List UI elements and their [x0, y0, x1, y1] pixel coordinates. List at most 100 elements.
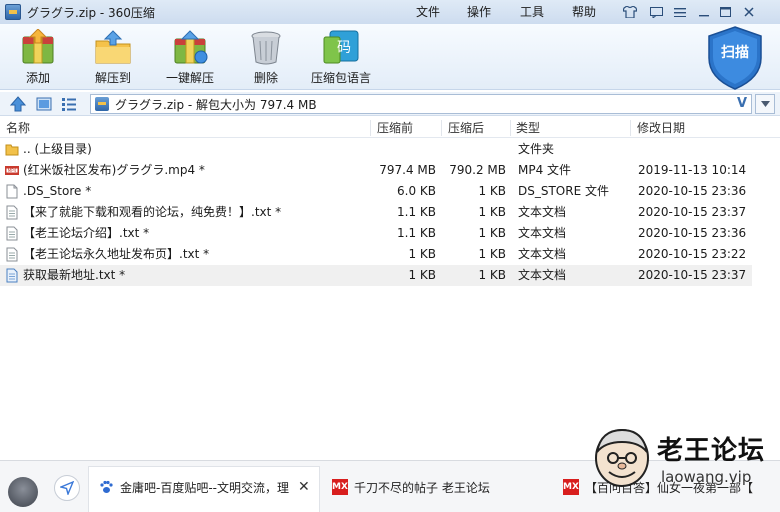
scan-button[interactable]: 扫描	[706, 26, 764, 90]
file-compressed: 797.4 MB	[379, 163, 436, 177]
watermark-title: 老王论坛	[657, 436, 766, 466]
file-list: 名称 压缩前 压缩后 类型 修改日期 .. (上级目录) 文件夹 MP4 (红米…	[0, 118, 780, 460]
file-compressed: 6.0 KB	[397, 184, 436, 198]
maximize-icon[interactable]	[717, 4, 733, 20]
scan-label: 扫描	[721, 45, 749, 61]
file-name: .. (上级目录)	[23, 142, 92, 156]
column-type[interactable]: 类型	[516, 118, 540, 138]
file-name: 获取最新地址.txt *	[23, 268, 126, 282]
text-file-icon	[6, 268, 18, 283]
delete-button[interactable]: 删除	[246, 28, 286, 86]
one-click-extract-button[interactable]: 一键解压	[166, 28, 214, 86]
file-packed: 790.2 MB	[449, 163, 506, 177]
file-compressed: 1.1 KB	[397, 205, 436, 219]
language-glyph: 码	[337, 40, 351, 56]
file-icon	[6, 184, 18, 199]
file-compressed: 1 KB	[408, 268, 436, 282]
file-name: 【老王论坛永久地址发布页】.txt *	[23, 247, 210, 261]
minimize-icon[interactable]	[696, 4, 712, 20]
file-name: (红米饭社区发布)グラグラ.mp4 *	[23, 163, 205, 177]
table-row[interactable]: .DS_Store * 6.0 KB 1 KB DS_STORE 文件 2020…	[0, 181, 752, 202]
menu-tools[interactable]: 工具	[520, 0, 544, 24]
file-packed: 1 KB	[478, 268, 506, 282]
column-header: 名称 压缩前 压缩后 类型 修改日期	[0, 118, 780, 138]
menu-icon[interactable]	[672, 4, 688, 20]
file-type: MP4 文件	[518, 163, 572, 177]
text-file-icon	[6, 247, 18, 262]
file-modified: 2020-10-15 23:37	[638, 268, 747, 282]
watermark: 老王论坛 laowang.vip	[585, 420, 780, 492]
menu-file[interactable]: 文件	[416, 0, 440, 24]
text-file-icon	[6, 205, 18, 220]
tab-title: 金庸吧-百度贴吧--文明交流，理	[120, 480, 289, 495]
archive-app-icon	[5, 4, 21, 20]
shirt-skin-icon[interactable]	[622, 4, 638, 20]
column-name[interactable]: 名称	[6, 118, 30, 138]
menu-operation[interactable]: 操作	[467, 0, 491, 24]
file-compressed: 1.1 KB	[397, 226, 436, 240]
baidu-paw-icon	[98, 479, 114, 495]
table-row[interactable]: MP4 (红米饭社区发布)グラグラ.mp4 * 797.4 MB 790.2 M…	[0, 160, 752, 181]
table-row[interactable]: 【来了就能下载和观看的论坛，纯免费！】.txt * 1.1 KB 1 KB 文本…	[0, 202, 752, 223]
extract-to-button[interactable]: 解压到	[93, 28, 133, 86]
file-name: .DS_Store *	[23, 184, 92, 198]
add-archive-icon	[18, 28, 58, 66]
archive-path-icon	[95, 97, 109, 111]
address-bar[interactable]: グラグラ.zip - 解包大小为 797.4 MB V	[90, 94, 752, 114]
list-view-icon[interactable]	[60, 95, 78, 113]
archive-language-button[interactable]: 码 压缩包语言	[311, 28, 371, 86]
file-type: 文本文档	[518, 247, 567, 261]
menu-help[interactable]: 帮助	[572, 0, 596, 24]
column-compressed[interactable]: 压缩前	[377, 118, 413, 138]
close-tab-icon[interactable]: ✕	[298, 479, 310, 495]
browser-tab-2[interactable]: MX 千刀不尽的帖子 老王论坛	[332, 474, 542, 500]
extract-to-label: 解压到	[94, 71, 131, 85]
table-row[interactable]: 获取最新地址.txt * 1 KB 1 KB 文本文档 2020-10-15 2…	[0, 265, 752, 286]
add-label: 添加	[25, 71, 50, 85]
one-click-extract-icon	[170, 28, 210, 66]
mx-icon: MX	[332, 479, 348, 495]
archive-language-label: 压缩包语言	[311, 71, 372, 85]
file-type: 文本文档	[518, 268, 567, 282]
browser-tab-1[interactable]: 金庸吧-百度贴吧--文明交流，理	[98, 474, 294, 500]
table-row[interactable]: 【老王论坛永久地址发布页】.txt * 1 KB 1 KB 文本文档 2020-…	[0, 244, 752, 265]
file-type: 文件夹	[518, 142, 555, 156]
feedback-icon[interactable]	[648, 4, 664, 20]
file-packed: 1 KB	[478, 205, 506, 219]
column-packed[interactable]: 压缩后	[448, 118, 484, 138]
close-icon[interactable]	[741, 4, 757, 20]
one-click-extract-label: 一键解压	[166, 71, 215, 85]
chevron-down-icon	[760, 101, 770, 107]
avatar[interactable]	[8, 477, 38, 507]
folder-icon	[5, 144, 19, 156]
file-type: 文本文档	[518, 226, 567, 240]
window-title: グラグラ.zip - 360压缩	[27, 5, 155, 20]
tab-title: 千刀不尽的帖子 老王论坛	[354, 480, 490, 495]
file-packed: 1 KB	[478, 226, 506, 240]
address-path: グラグラ.zip - 解包大小为 797.4 MB	[115, 97, 317, 112]
address-dropdown-button[interactable]	[755, 94, 775, 114]
up-arrow-icon[interactable]	[9, 95, 27, 113]
thumbnail-view-icon[interactable]	[35, 95, 53, 113]
text-file-icon	[6, 226, 18, 241]
file-type: 文本文档	[518, 205, 567, 219]
file-name: 【来了就能下载和观看的论坛，纯免费！】.txt *	[23, 205, 282, 219]
send-arrow-icon[interactable]	[54, 475, 80, 501]
trash-icon	[246, 28, 286, 66]
add-button[interactable]: 添加	[18, 28, 58, 86]
delete-label: 删除	[253, 71, 278, 85]
file-modified: 2019-11-13 10:14	[638, 163, 747, 177]
file-modified: 2020-10-15 23:36	[638, 226, 747, 240]
watermark-url: laowang.vip	[661, 468, 752, 486]
file-name: 【老王论坛介绍】.txt *	[23, 226, 150, 240]
file-modified: 2020-10-15 23:22	[638, 247, 747, 261]
table-row[interactable]: .. (上级目录) 文件夹	[0, 139, 752, 160]
file-compressed: 1 KB	[408, 247, 436, 261]
file-packed: 1 KB	[478, 184, 506, 198]
column-modified[interactable]: 修改日期	[637, 118, 685, 138]
table-row[interactable]: 【老王论坛介绍】.txt * 1.1 KB 1 KB 文本文档 2020-10-…	[0, 223, 752, 244]
video-file-icon: MP4	[5, 166, 19, 175]
file-modified: 2020-10-15 23:36	[638, 184, 747, 198]
extract-to-icon	[93, 28, 133, 66]
search-v-icon[interactable]: V	[737, 95, 747, 113]
